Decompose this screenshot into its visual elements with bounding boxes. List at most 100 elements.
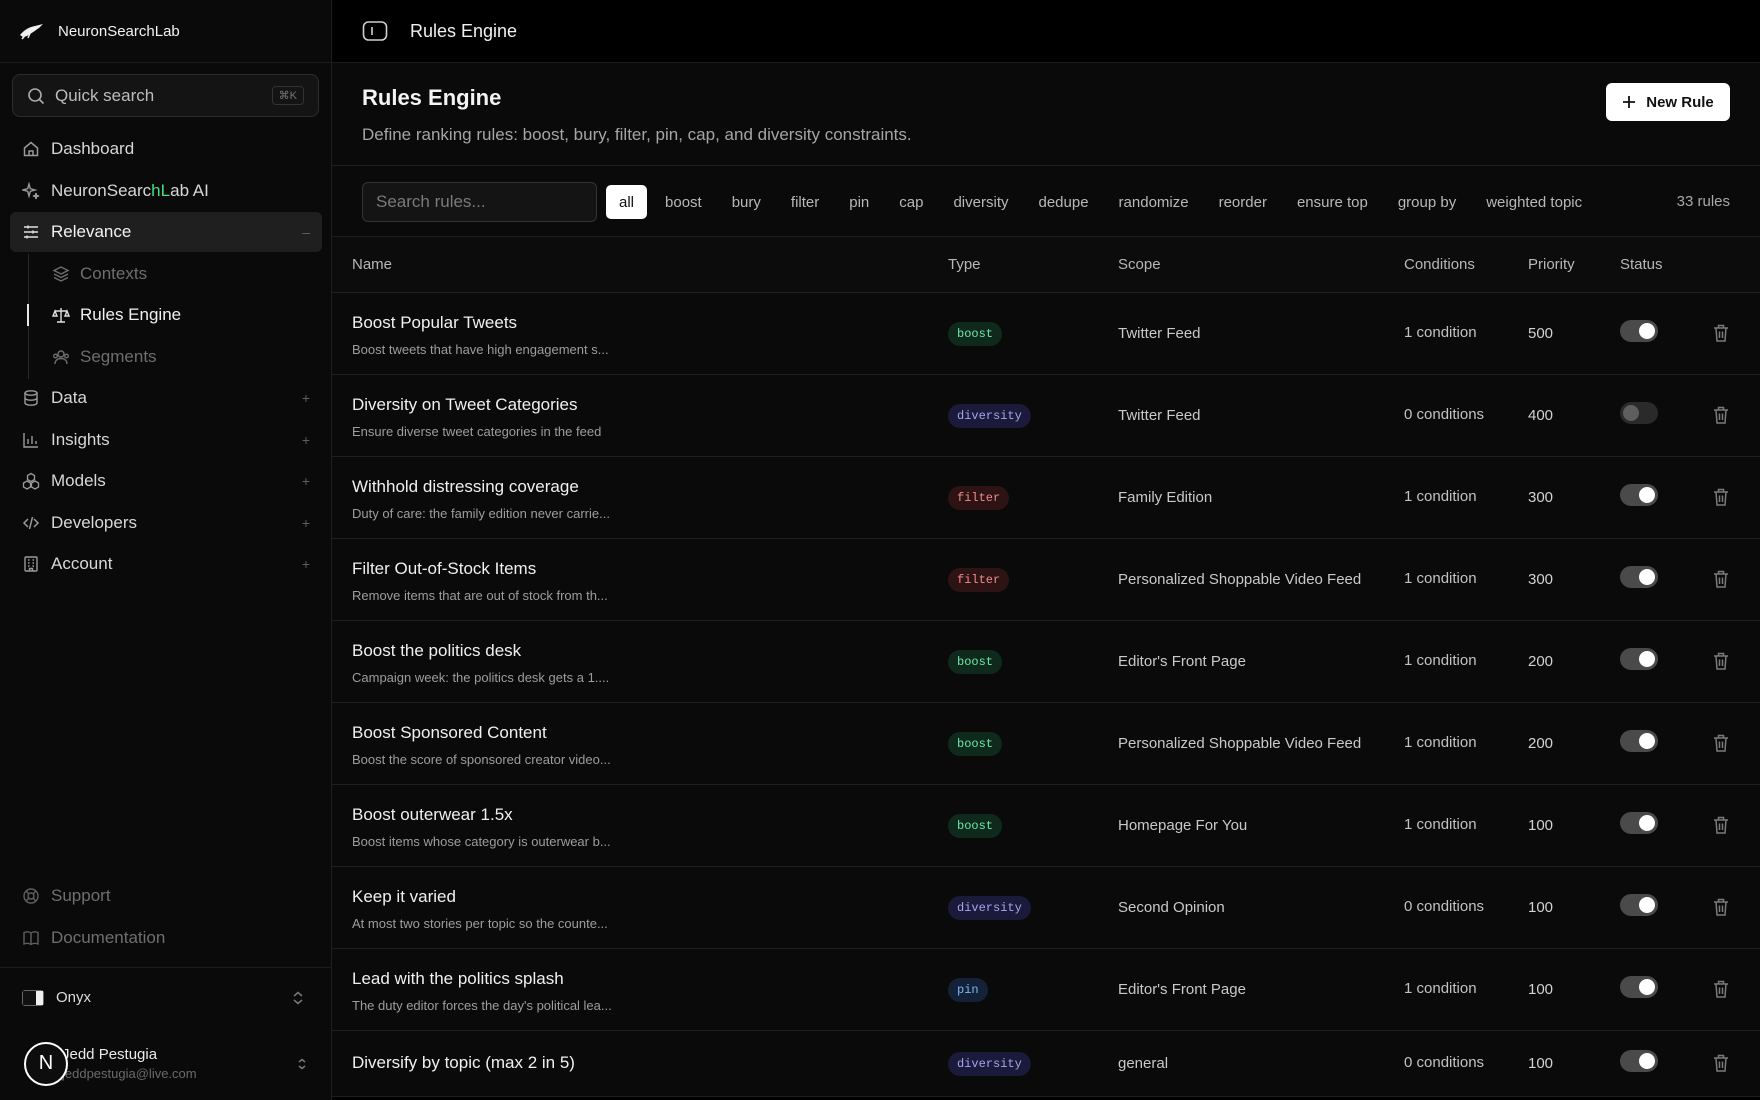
ai-accent-l: L: [160, 180, 171, 200]
filter-chip-ensure-top[interactable]: ensure top: [1282, 185, 1383, 219]
expand-indicator[interactable]: +: [302, 515, 310, 531]
users-icon: [53, 349, 69, 364]
nav-insights[interactable]: Insights +: [10, 420, 322, 460]
trash-icon[interactable]: [1712, 897, 1730, 917]
user-menu[interactable]: N Jedd Pestugia jeddpestugia@live.com: [0, 1027, 331, 1100]
nav-dashboard[interactable]: Dashboard: [10, 129, 322, 169]
col-conditions[interactable]: Conditions: [1404, 256, 1475, 273]
code-icon: [22, 516, 40, 529]
filter-chip-reorder[interactable]: reorder: [1204, 185, 1282, 219]
trash-icon[interactable]: [1712, 815, 1730, 835]
nav-data[interactable]: Data +: [10, 378, 322, 418]
table-row[interactable]: Diversity on Tweet Categories Ensure dive…: [332, 375, 1760, 457]
filter-chip-pin[interactable]: pin: [834, 185, 884, 219]
table-row[interactable]: Boost Sponsored Content Boost the score o…: [332, 703, 1760, 785]
rule-name[interactable]: Boost Popular Tweets: [352, 313, 517, 333]
status-toggle[interactable]: [1620, 730, 1658, 752]
search-icon: [28, 87, 45, 104]
filter-chip-randomize[interactable]: randomize: [1104, 185, 1204, 219]
rule-name[interactable]: Keep it varied: [352, 887, 456, 907]
filter-chip-all[interactable]: all: [606, 185, 648, 219]
expand-indicator[interactable]: +: [302, 390, 310, 406]
filter-chip-filter[interactable]: filter: [776, 185, 834, 219]
trash-icon[interactable]: [1712, 569, 1730, 589]
nav-relevance[interactable]: Relevance –: [10, 212, 322, 252]
table-row[interactable]: Boost Popular Tweets Boost tweets that ha…: [332, 293, 1760, 375]
nav-rules-engine[interactable]: Rules Engine: [27, 295, 322, 335]
nav-models[interactable]: Models +: [10, 461, 322, 501]
new-rule-button[interactable]: New Rule: [1606, 83, 1730, 121]
expand-indicator[interactable]: +: [302, 556, 310, 572]
nav-contexts[interactable]: Contexts: [28, 254, 322, 294]
rule-scope: Personalized Shoppable Video Feed: [1118, 735, 1362, 752]
rule-scope: Family Edition: [1118, 489, 1213, 506]
table-row[interactable]: Withhold distressing coverage Duty of car…: [332, 457, 1760, 539]
rule-name[interactable]: Boost Sponsored Content: [352, 723, 547, 743]
theme-switcher[interactable]: Onyx: [0, 967, 331, 1027]
trash-icon[interactable]: [1712, 651, 1730, 671]
rule-priority: 100: [1528, 817, 1554, 834]
status-toggle[interactable]: [1620, 566, 1658, 588]
nav-segments[interactable]: Segments: [28, 337, 322, 377]
page-header: Rules Engine Define ranking rules: boost…: [332, 63, 1760, 166]
col-priority[interactable]: Priority: [1528, 256, 1575, 273]
rule-name[interactable]: Diversity on Tweet Categories: [352, 395, 578, 415]
trash-icon[interactable]: [1712, 405, 1730, 425]
filter-chip-bury[interactable]: bury: [717, 185, 776, 219]
table-row[interactable]: Lead with the politics splash The duty ed…: [332, 949, 1760, 1031]
status-toggle[interactable]: [1620, 648, 1658, 670]
rule-name[interactable]: Diversify by topic (max 2 in 5): [352, 1053, 575, 1073]
trash-icon[interactable]: [1712, 733, 1730, 753]
status-toggle[interactable]: [1620, 402, 1658, 424]
col-type[interactable]: Type: [948, 256, 981, 273]
col-name[interactable]: Name: [352, 256, 392, 273]
table-row[interactable]: Keep it varied At most two stories per to…: [332, 867, 1760, 949]
status-toggle[interactable]: [1620, 484, 1658, 506]
trash-icon[interactable]: [1712, 1053, 1730, 1073]
expand-indicator[interactable]: +: [302, 432, 310, 448]
status-toggle[interactable]: [1620, 320, 1658, 342]
nav-account[interactable]: Account +: [10, 544, 322, 584]
filter-chip-diversity[interactable]: diversity: [938, 185, 1023, 219]
nav-account-label: Account: [51, 554, 113, 573]
expand-indicator[interactable]: +: [302, 473, 310, 489]
collapse-indicator[interactable]: –: [302, 224, 310, 240]
search-rules-input[interactable]: [362, 182, 597, 222]
trash-icon[interactable]: [1712, 323, 1730, 343]
table-row[interactable]: Boost outerwear 1.5x Boost items whose ca…: [332, 785, 1760, 867]
rule-name[interactable]: Filter Out-of-Stock Items: [352, 559, 536, 579]
filter-chip-cap[interactable]: cap: [884, 185, 938, 219]
table-row[interactable]: Filter Out-of-Stock Items Remove items th…: [332, 539, 1760, 621]
table-row[interactable]: Boost the politics desk Campaign week: th…: [332, 621, 1760, 703]
rule-name[interactable]: Boost the politics desk: [352, 641, 521, 661]
nav-ai[interactable]: NeuronSearchLab AI: [10, 171, 322, 211]
rule-type-badge: pin: [948, 978, 988, 1002]
trash-icon[interactable]: [1712, 979, 1730, 999]
nav-developers[interactable]: Developers +: [10, 503, 322, 543]
rule-name[interactable]: Boost outerwear 1.5x: [352, 805, 513, 825]
col-status[interactable]: Status: [1620, 256, 1663, 273]
col-scope[interactable]: Scope: [1118, 256, 1161, 273]
quick-search[interactable]: Quick search ⌘K: [12, 74, 319, 117]
rule-scope: Twitter Feed: [1118, 325, 1201, 342]
nav-documentation[interactable]: Documentation: [10, 918, 322, 958]
filter-chip-group-by[interactable]: group by: [1383, 185, 1471, 219]
nav-support[interactable]: Support: [10, 876, 322, 916]
rule-name[interactable]: Lead with the politics splash: [352, 969, 564, 989]
status-toggle[interactable]: [1620, 976, 1658, 998]
table-row[interactable]: Diversify by topic (max 2 in 5) diversity…: [332, 1031, 1760, 1097]
rule-name[interactable]: Withhold distressing coverage: [352, 477, 579, 497]
rule-priority: 100: [1528, 981, 1554, 998]
trash-icon[interactable]: [1712, 487, 1730, 507]
filter-chip-dedupe[interactable]: dedupe: [1023, 185, 1103, 219]
filter-chip-weighted-topic[interactable]: weighted topic: [1471, 185, 1597, 219]
sidebar-toggle-icon[interactable]: [362, 20, 388, 42]
status-toggle[interactable]: [1620, 894, 1658, 916]
status-toggle[interactable]: [1620, 1050, 1658, 1072]
status-toggle[interactable]: [1620, 812, 1658, 834]
building-icon: [24, 556, 38, 572]
user-info: Jedd Pestugia jeddpestugia@live.com: [62, 1046, 295, 1081]
brand[interactable]: NeuronSearchLab: [0, 0, 331, 63]
rule-conditions: 0 conditions: [1404, 406, 1485, 423]
filter-chip-boost[interactable]: boost: [650, 185, 717, 219]
